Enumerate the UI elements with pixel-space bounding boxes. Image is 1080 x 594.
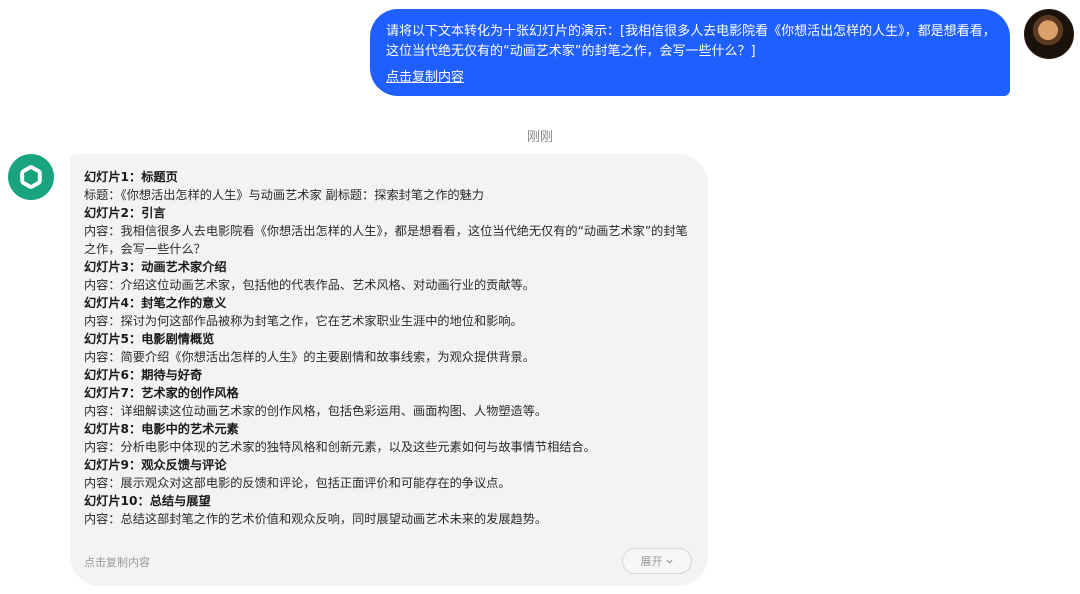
slide-item: 幻灯片4：封笔之作的意义 内容：探讨为何这部作品被称为封笔之作，它在艺术家职业生… — [84, 294, 694, 330]
slide-item: 幻灯片2：引言 内容：我相信很多人去电影院看《你想活出怎样的人生》，都是想看看，… — [84, 204, 694, 258]
slide-body: 内容：我相信很多人去电影院看《你想活出怎样的人生》，都是想看看，这位当代绝无仅有… — [84, 224, 688, 256]
slide-item: 幻灯片7：艺术家的创作风格 内容：详细解读这位动画艺术家的创作风格，包括色彩运用… — [84, 384, 694, 420]
chevron-down-icon — [665, 559, 673, 564]
slide-item: 幻灯片10：总结与展望 内容：总结这部封笔之作的艺术价值和观众反响，同时展望动画… — [84, 492, 694, 528]
slide-body: 内容：总结这部封笔之作的艺术价值和观众反响，同时展望动画艺术未来的发展趋势。 — [84, 512, 548, 526]
timestamp: 刚刚 — [526, 130, 553, 145]
slide-item: 幻灯片9：观众反馈与评论 内容：展示观众对这部电影的反馈和评论，包括正面评价和可… — [84, 456, 694, 492]
user-message-bubble: 请将以下文本转化为十张幻灯片的演示：[我相信很多人去电影院看《你想活出怎样的人生… — [370, 9, 1010, 96]
slide-body: 标题：《你想活出怎样的人生》与动画艺术家 副标题：探索封笔之作的魅力 — [84, 188, 484, 202]
slide-item: 幻灯片6：期待与好奇 — [84, 366, 694, 384]
slide-title: 幻灯片2：引言 — [84, 206, 166, 220]
bot-avatar — [8, 154, 54, 200]
slide-item: 幻灯片3：动画艺术家介绍 内容：介绍这位动画艺术家，包括他的代表作品、艺术风格、… — [84, 258, 694, 294]
slide-title: 幻灯片9：观众反馈与评论 — [84, 458, 227, 472]
slide-item: 幻灯片8：电影中的艺术元素 内容：分析电影中体现的艺术家的独特风格和创新元素，以… — [84, 420, 694, 456]
expand-button[interactable]: 展开 — [622, 548, 692, 574]
slide-body: 内容：简要介绍《你想活出怎样的人生》的主要剧情和故事线索，为观众提供背景。 — [84, 350, 535, 364]
expand-label: 展开 — [640, 555, 663, 568]
user-avatar — [1024, 9, 1074, 59]
slide-body: 内容：展示观众对这部电影的反馈和评论，包括正面评价和可能存在的争议点。 — [84, 476, 511, 490]
slide-title: 幻灯片10：总结与展望 — [84, 494, 211, 508]
user-message-text: 请将以下文本转化为十张幻灯片的演示：[我相信很多人去电影院看《你想活出怎样的人生… — [386, 24, 996, 59]
slide-title: 幻灯片5：电影剧情概览 — [84, 332, 215, 346]
user-copy-link[interactable]: 点击复制内容 — [386, 68, 464, 88]
slide-title: 幻灯片3：动画艺术家介绍 — [84, 260, 227, 274]
slide-item: 幻灯片5：电影剧情概览 内容：简要介绍《你想活出怎样的人生》的主要剧情和故事线索… — [84, 330, 694, 366]
openai-logo-icon — [20, 165, 42, 189]
slide-title: 幻灯片7：艺术家的创作风格 — [84, 386, 239, 400]
slide-body: 内容：详细解读这位动画艺术家的创作风格，包括色彩运用、画面构图、人物塑造等。 — [84, 404, 548, 418]
slide-title: 幻灯片4：封笔之作的意义 — [84, 296, 227, 310]
slide-body: 内容：探讨为何这部作品被称为封笔之作，它在艺术家职业生涯中的地位和影响。 — [84, 314, 523, 328]
slide-title: 幻灯片1：标题页 — [84, 170, 178, 184]
slide-title: 幻灯片8：电影中的艺术元素 — [84, 422, 239, 436]
slide-body: 内容：分析电影中体现的艺术家的独特风格和创新元素，以及这些元素如何与故事情节相结… — [84, 440, 596, 454]
slide-title: 幻灯片6：期待与好奇 — [84, 368, 203, 382]
bot-copy-link[interactable]: 点击复制内容 — [84, 554, 150, 570]
bot-message-bubble: 幻灯片1：标题页 标题：《你想活出怎样的人生》与动画艺术家 副标题：探索封笔之作… — [70, 154, 708, 586]
slide-body: 内容：介绍这位动画艺术家，包括他的代表作品、艺术风格、对动画行业的贡献等。 — [84, 278, 535, 292]
slide-item: 幻灯片1：标题页 标题：《你想活出怎样的人生》与动画艺术家 副标题：探索封笔之作… — [84, 168, 694, 204]
